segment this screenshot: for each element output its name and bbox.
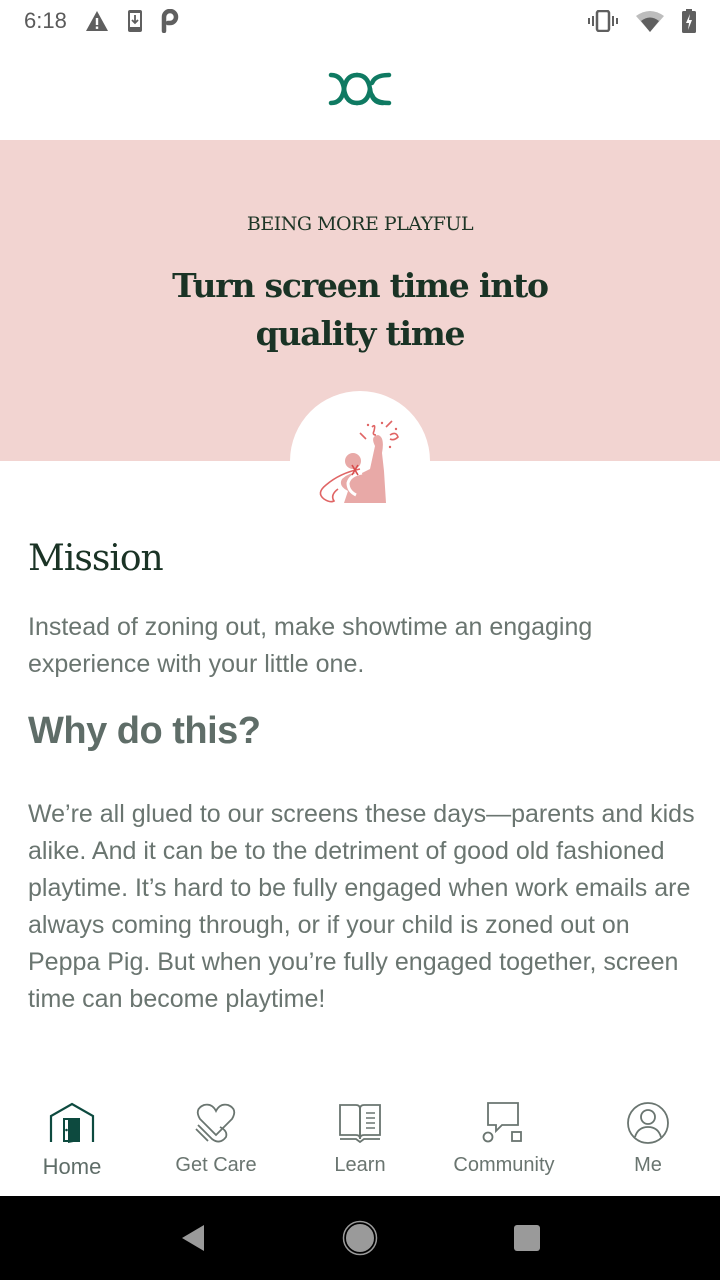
- home-circle-icon[interactable]: [330, 1208, 390, 1268]
- book-icon: [336, 1099, 384, 1147]
- heart-hand-icon: [192, 1099, 240, 1147]
- nav-item-me[interactable]: Me: [576, 1085, 720, 1196]
- system-nav-bar: [0, 1196, 720, 1280]
- nav-label-home: Home: [42, 1154, 102, 1179]
- battery-charging-icon: [682, 9, 696, 33]
- nav-label-get-care: Get Care: [175, 1154, 257, 1176]
- page-title: Turn screen time into quality time: [172, 266, 549, 353]
- community-icon: [480, 1099, 528, 1147]
- nav-item-learn[interactable]: Learn: [288, 1085, 432, 1196]
- why-heading: Why do this?: [28, 710, 261, 752]
- status-time: 6:18: [24, 8, 67, 33]
- back-icon[interactable]: [163, 1208, 223, 1268]
- app-header: [0, 42, 720, 140]
- nav-item-get-care[interactable]: Get Care: [144, 1085, 288, 1196]
- brand-logo-icon[interactable]: [328, 71, 392, 112]
- wifi-icon: [636, 10, 664, 32]
- celebrating-person-illustration: [290, 391, 430, 531]
- parking-app-icon: [161, 9, 179, 33]
- nav-label-learn: Learn: [334, 1154, 386, 1176]
- profile-icon: [624, 1099, 672, 1147]
- mission-heading: Mission: [28, 538, 164, 579]
- status-bar: 6:18: [0, 0, 720, 42]
- mission-text: Instead of zoning out, make showtime an …: [28, 613, 593, 678]
- status-right: [588, 9, 696, 33]
- vibrate-icon: [588, 10, 618, 32]
- status-left: 6:18: [24, 8, 179, 34]
- home-icon: [48, 1099, 96, 1147]
- why-text: We’re all glued to our screens these day…: [28, 800, 695, 1013]
- download-icon: [127, 9, 143, 33]
- nav-label-community: Community: [453, 1154, 555, 1176]
- recents-icon[interactable]: [497, 1208, 557, 1268]
- nav-item-home[interactable]: Home: [0, 1085, 144, 1196]
- nav-label-me: Me: [634, 1154, 662, 1176]
- category-eyebrow: BEING MORE PLAYFUL: [246, 213, 474, 235]
- nav-item-community[interactable]: Community: [432, 1085, 576, 1196]
- warning-icon: [85, 10, 109, 32]
- bottom-nav: Home Get Care Learn Community Me: [0, 1085, 720, 1196]
